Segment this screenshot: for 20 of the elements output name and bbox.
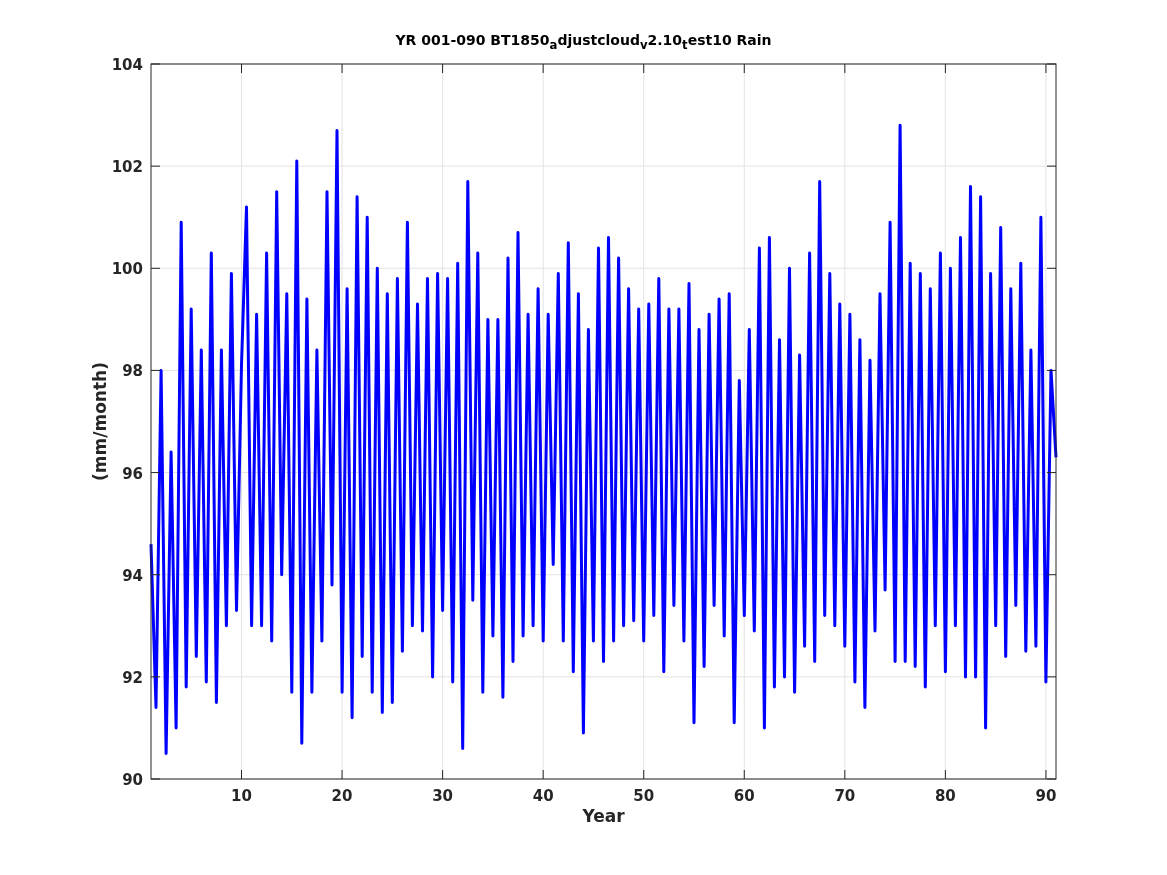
x-tick-label: 80 [934,787,956,805]
x-tick-label: 40 [532,787,554,805]
chart-title: YR 001-090 BT1850$_{a}$djustcloud$_{v}$2.10$_{t}$est10 Rain [395,32,772,52]
y-tick-label: 94 [122,566,143,585]
x-tick-label: 10 [231,787,252,805]
y-tick-label: 92 [122,668,143,687]
x-tick-label: 20 [331,787,353,805]
y-tick-label: 100 [111,260,143,279]
y-tick-label: 102 [111,158,143,177]
x-tick-label: 30 [432,787,454,805]
y-tick-label: 96 [122,464,143,483]
y-tick-label: 104 [111,56,143,74]
y-axis-label: (mm/month) [90,362,110,481]
x-axis-label: Year [582,806,625,826]
x-tick-label: 70 [834,787,856,805]
y-tick-label: 98 [122,362,143,381]
x-tick-label: 90 [1035,787,1057,805]
y-tick-label: 90 [122,771,143,789]
x-tick-label: 60 [733,787,755,805]
x-tick-label: 50 [633,787,655,805]
